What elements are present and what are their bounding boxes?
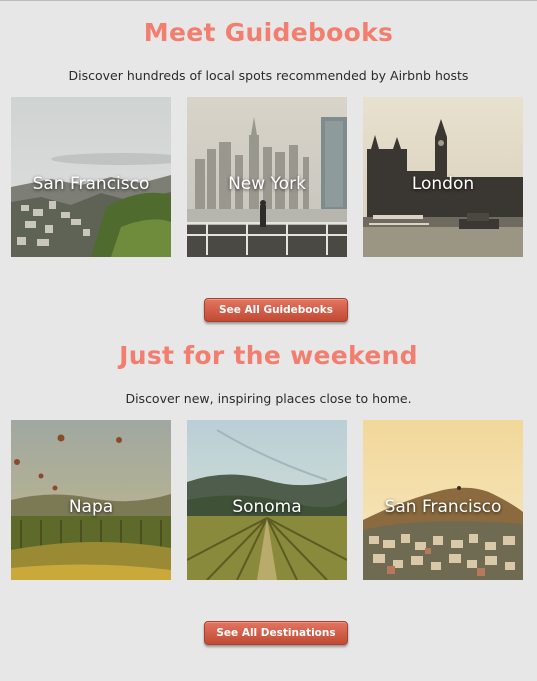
guidebooks-subtitle: Discover hundreds of local spots recomme…: [68, 68, 469, 83]
guidebook-label-new-york: New York: [228, 174, 306, 194]
destination-card-san-francisco[interactable]: San Francisco: [363, 420, 523, 580]
destination-label-napa: Napa: [68, 497, 114, 517]
destination-card-napa[interactable]: Napa: [11, 420, 171, 580]
weekend-subtitle: Discover new, inspiring places close to …: [125, 391, 412, 406]
weekend-title: Just for the weekend: [119, 341, 418, 370]
guidebook-card-san-francisco[interactable]: San Francisco: [11, 97, 171, 257]
guidebook-card-new-york[interactable]: New York: [187, 97, 347, 257]
destination-label-sonoma: Sonoma: [232, 497, 302, 517]
top-border: [0, 0, 537, 1]
guidebook-card-london[interactable]: London: [363, 97, 523, 257]
see-all-destinations-button[interactable]: See All Destinations: [204, 621, 348, 645]
see-all-guidebooks-button[interactable]: See All Guidebooks: [204, 298, 348, 322]
guidebook-label-london: London: [411, 174, 475, 194]
guidebooks-title: Meet Guidebooks: [143, 18, 394, 47]
destination-label-san-francisco: San Francisco: [384, 497, 502, 517]
guidebooks-cards: San Francisco New York London: [11, 97, 527, 257]
weekend-cards: Napa Sonoma San Francisco: [11, 420, 527, 580]
guidebook-label-san-francisco: San Francisco: [32, 174, 150, 194]
destination-card-sonoma[interactable]: Sonoma: [187, 420, 347, 580]
